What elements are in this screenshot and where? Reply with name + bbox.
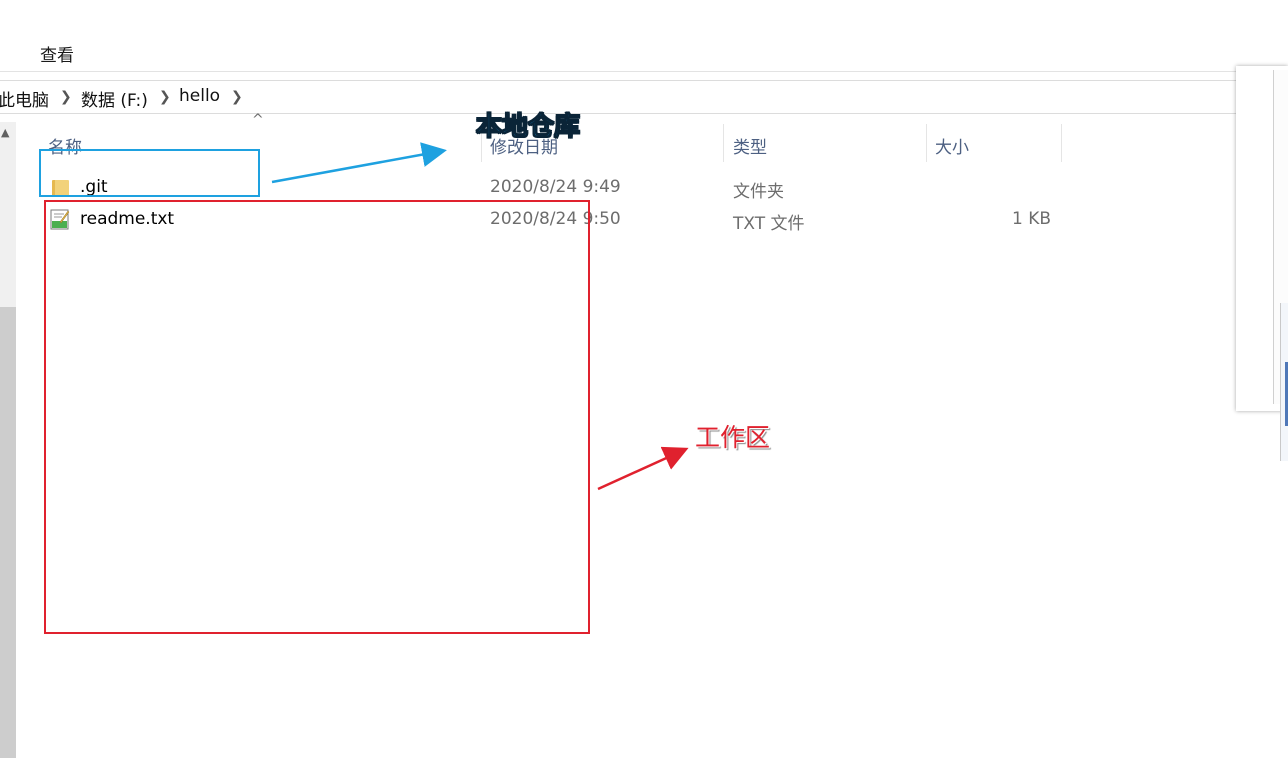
annotation-arrows — [271, 142, 689, 491]
red-arrow — [597, 446, 689, 491]
blue-arrow — [271, 142, 447, 184]
adjacent-window-edge — [1236, 66, 1288, 461]
